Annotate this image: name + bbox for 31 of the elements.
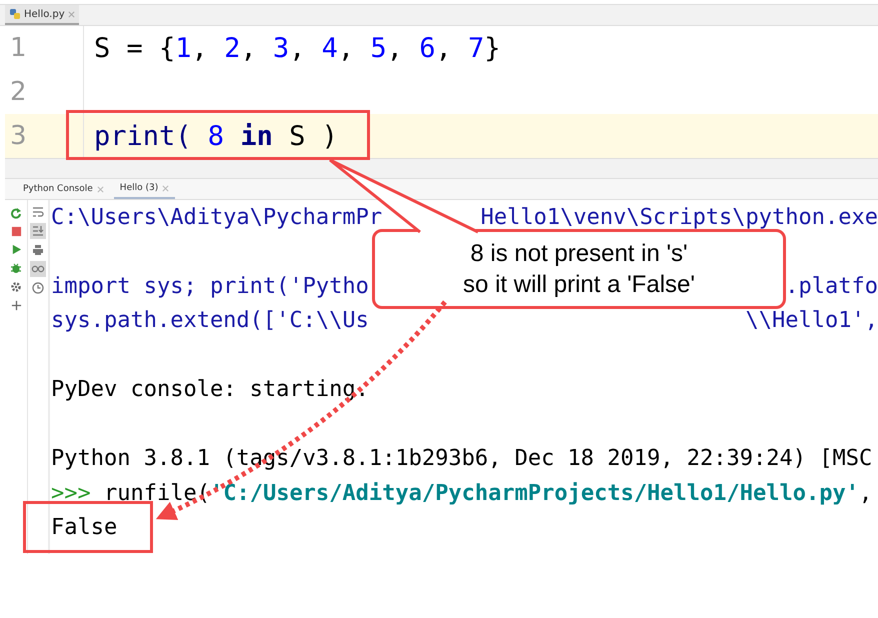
clock-icon[interactable] [32, 282, 44, 294]
stop-icon[interactable] [10, 226, 22, 237]
line-number: 1 [10, 33, 27, 63]
console-line: \\Hello1', [746, 308, 878, 334]
code-line: print( 8 in S ) [94, 120, 338, 152]
console-line: PyDev console: starting. [51, 377, 369, 402]
line-number: 2 [10, 77, 27, 107]
play-icon[interactable] [10, 244, 22, 255]
console-line: import sys; print('Pytho [51, 274, 369, 299]
splitter-bar[interactable] [5, 158, 878, 179]
console-line: Hello1\venv\Scripts\python.exe [480, 204, 878, 230]
rerun-icon[interactable] [10, 207, 22, 219]
python-file-icon [9, 8, 21, 20]
print-icon[interactable] [32, 244, 44, 256]
console-line: .platfo [785, 274, 878, 299]
console-line: False [51, 515, 118, 540]
soft-wrap-icon[interactable] [32, 206, 44, 218]
console-line: >>> runfile('C:/Users/Aditya/PycharmProjects/Hello1/Hello.py', [51, 480, 872, 506]
console-tab[interactable]: Python Console [17, 179, 110, 199]
console-tab[interactable]: Hello (3) [114, 179, 176, 199]
line-number: 3 [10, 121, 27, 151]
scroll-to-end-icon[interactable] [30, 223, 46, 239]
console-line: sys.path.extend(['C:\\Us [51, 308, 369, 334]
console-line: C:\Users\Aditya\PycharmPr [51, 204, 382, 230]
glasses-icon[interactable] [30, 261, 46, 277]
code-line: S = {1, 2, 3, 4, 5, 6, 7} [94, 32, 500, 64]
settings-icon[interactable] [10, 281, 22, 293]
file-tab[interactable]: Hello.py [5, 5, 79, 25]
bug-icon[interactable] [10, 262, 22, 274]
close-icon[interactable] [68, 10, 75, 18]
plus-icon[interactable] [10, 300, 22, 311]
